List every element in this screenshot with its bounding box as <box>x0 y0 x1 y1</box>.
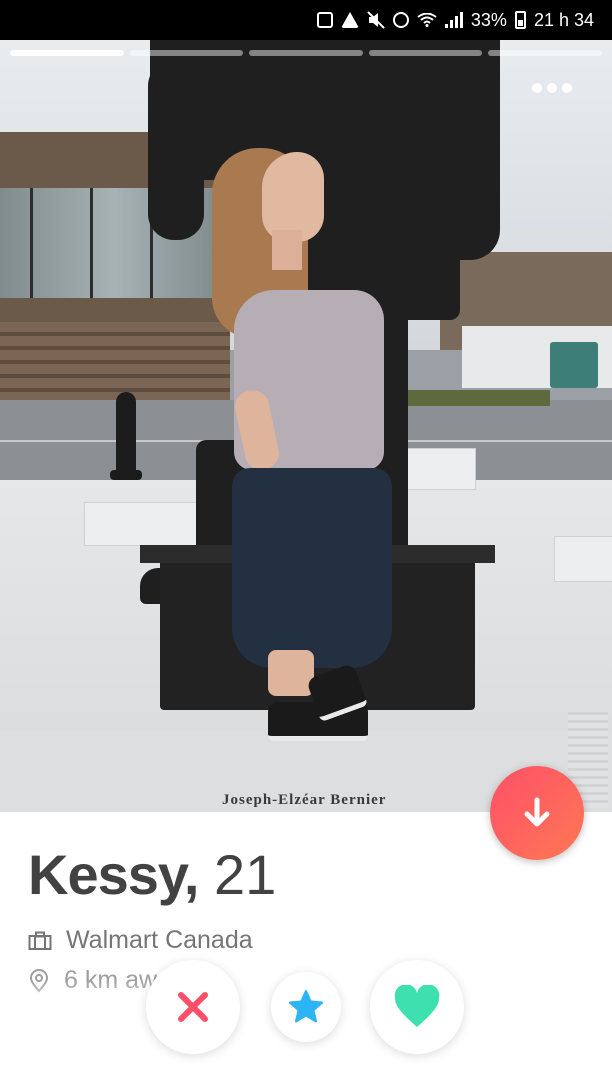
photo-slab <box>84 502 206 546</box>
photo-indicator[interactable] <box>10 50 124 56</box>
mute-icon <box>367 11 385 29</box>
profile-job-text: Walmart Canada <box>66 926 253 954</box>
heart-icon <box>394 985 440 1027</box>
super-like-button[interactable] <box>271 972 341 1042</box>
person-leg <box>268 650 314 696</box>
alarm-icon <box>392 12 409 28</box>
statue-plaque: Joseph-Elzéar Bernier <box>222 792 387 808</box>
like-button[interactable] <box>370 960 464 1054</box>
more-dots-icon[interactable] <box>532 83 572 93</box>
star-icon <box>288 989 324 1023</box>
x-icon <box>178 992 208 1022</box>
photo-progress-bars <box>10 50 602 56</box>
status-bar: 33% 21 h 34 <box>0 0 612 40</box>
briefcase-icon <box>28 931 52 950</box>
statue-arm <box>148 60 204 240</box>
arrow-down-icon <box>524 797 550 827</box>
photo-indicator[interactable] <box>488 50 602 56</box>
photo-grass <box>390 390 550 406</box>
profile-age: 21 <box>213 843 277 906</box>
photo-bollard <box>110 392 142 480</box>
person-face <box>262 152 324 242</box>
photo-indicator[interactable] <box>129 50 244 56</box>
photo-indicator[interactable] <box>368 50 483 56</box>
photo-slab <box>554 536 612 582</box>
battery-percent: 33% <box>470 9 507 30</box>
signal-icon <box>444 12 463 28</box>
person-neck <box>272 230 302 270</box>
person-jeans <box>232 468 392 668</box>
profile-job: Walmart Canada <box>28 926 253 955</box>
profile-name-row: Kessy, 21 <box>28 842 276 907</box>
nope-button[interactable] <box>146 960 240 1054</box>
profile-photo[interactable]: Joseph-Elzéar Bernier <box>0 40 612 812</box>
battery-icon <box>514 11 526 29</box>
wifi-icon <box>417 13 437 27</box>
photo-notification-icon <box>316 12 333 28</box>
profile-name: Kessy, <box>28 843 199 906</box>
clock: 21 h 34 <box>533 9 594 30</box>
open-profile-button[interactable] <box>490 766 584 860</box>
photo-dumpster <box>550 342 598 388</box>
warning-icon <box>340 12 359 28</box>
photo-indicator[interactable] <box>249 50 363 56</box>
